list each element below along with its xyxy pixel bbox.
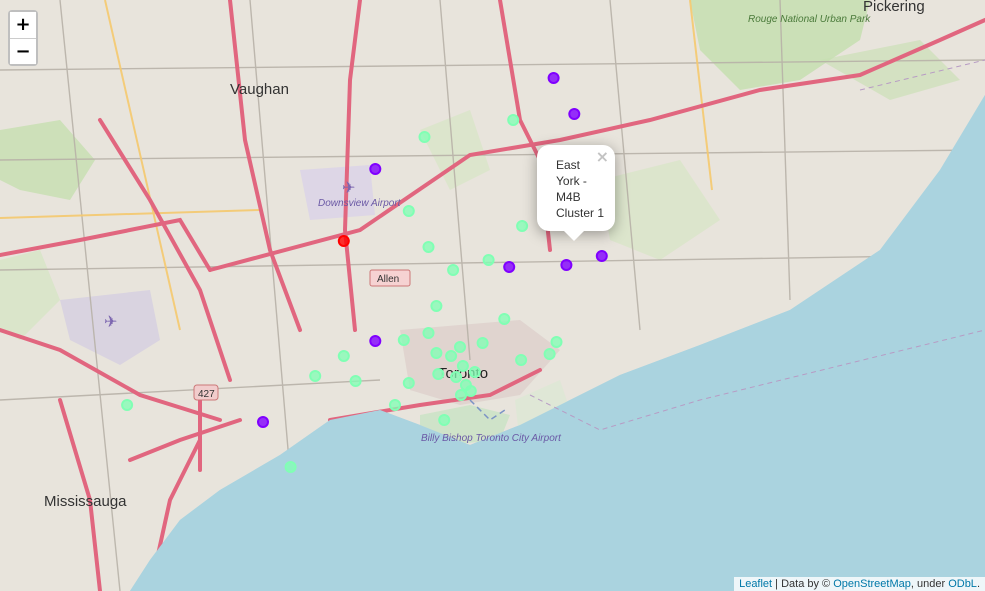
cluster-2-marker[interactable] — [550, 336, 563, 348]
cluster-2-marker[interactable] — [498, 313, 511, 325]
label-downsview-airport: Downsview Airport — [318, 198, 402, 209]
cluster-1-marker[interactable] — [369, 163, 382, 175]
cluster-2-marker[interactable] — [482, 254, 495, 266]
cluster-2-marker[interactable] — [455, 389, 467, 401]
attrib-sep2: , under — [910, 578, 949, 590]
odbl-link[interactable]: ODbL — [948, 578, 977, 590]
label-mississauga: Mississauga — [44, 493, 127, 510]
popup-close-icon[interactable]: × — [596, 147, 609, 166]
attrib-sep1: | Data by © — [772, 578, 834, 590]
attrib-end: . — [976, 578, 980, 590]
cluster-2-marker[interactable] — [402, 377, 415, 389]
cluster-2-marker[interactable] — [432, 368, 445, 380]
cluster-2-marker[interactable] — [454, 341, 466, 353]
cluster-2-marker[interactable] — [121, 399, 134, 411]
cluster-2-marker[interactable] — [418, 131, 431, 143]
cluster-2-marker[interactable] — [337, 350, 350, 362]
basemap: ✈ ✈ Vaughan Pickering Mississauga Toront… — [0, 0, 985, 591]
label-rouge-park: Rouge National Urban Park — [748, 14, 871, 25]
cluster-2-marker[interactable] — [543, 348, 556, 360]
svg-text:✈: ✈ — [104, 314, 117, 331]
zoom-out-button[interactable]: − — [10, 38, 36, 64]
cluster-2-marker[interactable] — [430, 300, 443, 312]
cluster-2-marker[interactable] — [450, 371, 463, 383]
cluster-2-marker[interactable] — [309, 370, 322, 382]
cluster-2-marker[interactable] — [447, 264, 460, 276]
cluster-2-marker[interactable] — [456, 360, 469, 372]
label-billy-bishop-airport: Billy Bishop Toronto City Airport — [421, 433, 562, 444]
popup-tip — [564, 231, 584, 241]
cluster-1-marker[interactable] — [503, 261, 516, 273]
cluster-2-marker[interactable] — [422, 241, 435, 253]
cluster-2-marker[interactable] — [515, 354, 528, 366]
cluster-2-marker[interactable] — [468, 366, 481, 378]
cluster-1-marker[interactable] — [547, 72, 560, 84]
label-allen: Allen — [377, 274, 399, 285]
zoom-control: + − — [8, 10, 38, 66]
cluster-2-marker[interactable] — [516, 220, 529, 232]
label-vaughan: Vaughan — [230, 81, 289, 98]
attribution: Leaflet | Data by © OpenStreetMap, under… — [734, 577, 985, 591]
cluster-1-marker[interactable] — [595, 250, 608, 262]
cluster-1-marker[interactable] — [257, 416, 269, 428]
svg-text:427: 427 — [198, 389, 215, 400]
svg-text:✈: ✈ — [342, 180, 355, 197]
cluster-0-marker[interactable] — [337, 235, 350, 247]
openstreetmap-link[interactable]: OpenStreetMap — [833, 578, 911, 590]
cluster-2-marker[interactable] — [402, 205, 415, 217]
popup-content: East York - M4B Cluster 1 — [556, 158, 605, 220]
cluster-1-marker[interactable] — [560, 259, 573, 271]
label-pickering: Pickering — [863, 0, 925, 15]
cluster-2-marker[interactable] — [476, 337, 489, 349]
cluster-2-marker[interactable] — [445, 350, 458, 362]
cluster-2-marker[interactable] — [507, 114, 520, 126]
cluster-2-marker[interactable] — [438, 414, 451, 426]
marker-popup: × East York - M4B Cluster 1 — [537, 145, 615, 241]
cluster-2-marker[interactable] — [422, 327, 435, 339]
cluster-2-marker[interactable] — [389, 399, 401, 411]
leaflet-link[interactable]: Leaflet — [739, 578, 772, 590]
zoom-in-button[interactable]: + — [10, 12, 36, 38]
cluster-2-marker[interactable] — [464, 385, 477, 397]
cluster-1-marker[interactable] — [568, 108, 581, 120]
cluster-2-marker[interactable] — [284, 461, 297, 473]
cluster-1-marker[interactable] — [369, 335, 382, 347]
cluster-2-marker[interactable] — [397, 334, 410, 346]
cluster-2-marker[interactable] — [430, 347, 443, 359]
cluster-2-marker[interactable] — [349, 375, 362, 387]
map[interactable]: ✈ ✈ Vaughan Pickering Mississauga Toront… — [0, 0, 985, 591]
